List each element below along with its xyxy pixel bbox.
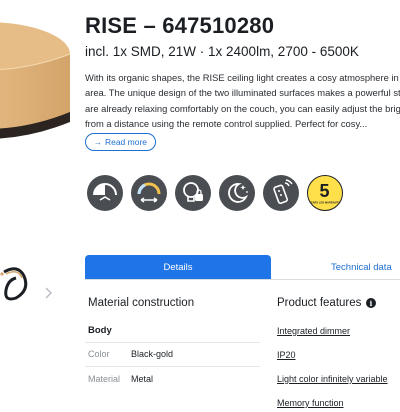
property-value-color: Black-gold — [131, 349, 174, 359]
five-year-warranty-badge[interactable]: 5 YEARS LED WARRANTY — [307, 175, 343, 211]
property-value-material: Metal — [131, 374, 154, 384]
night-mode-icon[interactable] — [219, 175, 255, 211]
product-thumbnail[interactable] — [0, 258, 40, 308]
body-group-heading: Body — [88, 325, 112, 336]
description-line: are already relaxing comfortably on the … — [85, 102, 400, 114]
bulb-lock-icon[interactable] — [175, 175, 211, 211]
description-line: from a distance using the remote control… — [85, 118, 368, 130]
feature-link-integrated-dimmer[interactable]: Integrated dimmer — [277, 326, 350, 336]
dimmer-icon[interactable] — [87, 175, 123, 211]
description-line: With its organic shapes, the RISE ceilin… — [85, 72, 399, 83]
feature-link-light-color[interactable]: Light color infinitely variable — [277, 374, 388, 384]
property-label-color: Color — [88, 349, 110, 359]
tab-divider — [85, 279, 400, 280]
row-divider — [85, 366, 260, 367]
tab-details[interactable]: Details — [85, 255, 271, 279]
material-construction-title: Material construction — [88, 297, 195, 309]
product-title: RISE – 647510280 — [85, 13, 275, 38]
read-more-button[interactable]: → Read more — [85, 133, 156, 151]
warranty-number: 5 — [319, 181, 329, 201]
carousel-next-icon[interactable] — [42, 282, 56, 304]
read-more-label: Read more — [104, 137, 148, 147]
info-icon[interactable]: i — [366, 298, 376, 308]
product-image[interactable] — [0, 0, 80, 160]
product-features-title: Product features — [277, 297, 362, 309]
tab-technical-data[interactable]: Technical data — [271, 255, 400, 279]
feature-link-ip20[interactable]: IP20 — [277, 350, 296, 360]
product-subtitle: incl. 1x SMD, 21W · 1x 2400lm, 2700 - 65… — [85, 44, 359, 59]
property-label-material: Material — [88, 374, 121, 384]
feature-link-memory-function[interactable]: Memory function — [277, 398, 344, 408]
description-line: area. The unique design of the two illum… — [85, 87, 400, 99]
warranty-caption: YEARS LED WARRANTY — [309, 201, 340, 205]
row-divider — [85, 342, 260, 343]
product-description: With its organic shapes, the RISE ceilin… — [85, 70, 400, 132]
arrow-right-icon: → — [93, 137, 102, 147]
remote-control-icon[interactable] — [263, 175, 299, 211]
color-temperature-icon[interactable] — [131, 175, 167, 211]
